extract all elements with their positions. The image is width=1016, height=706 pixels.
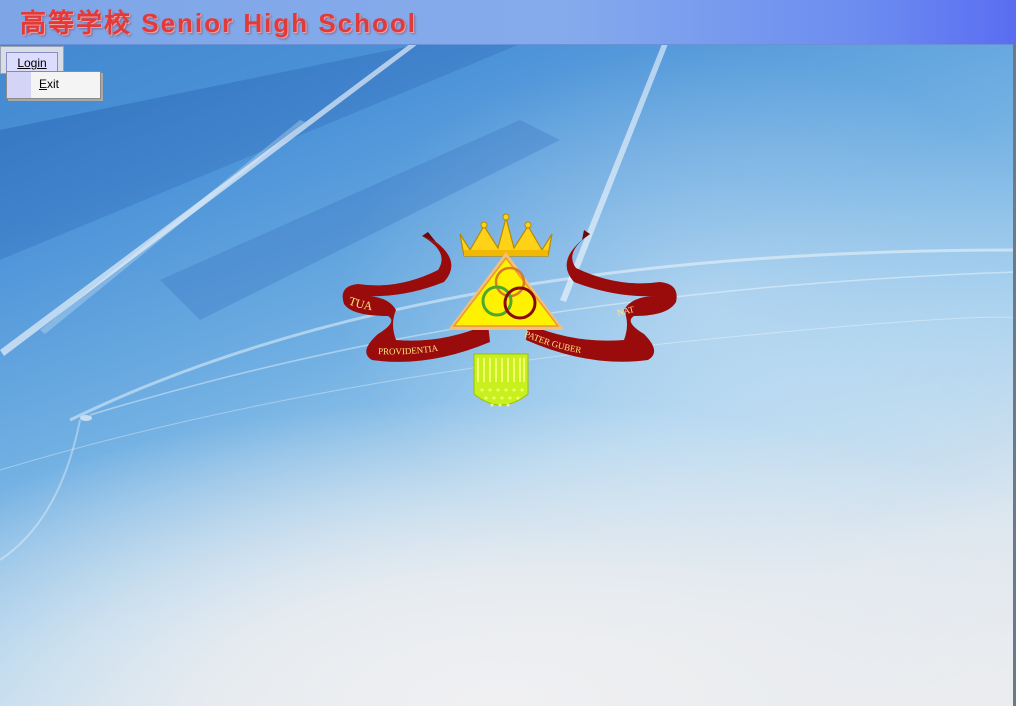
triangle-emblem <box>448 252 564 330</box>
title-bar: 高等学校 Senior High School <box>0 0 1016 45</box>
app-title: 高等学校 Senior High School <box>20 8 418 38</box>
menu-item-exit[interactable]: Exit <box>39 77 59 91</box>
exit-label: xit <box>47 77 60 91</box>
school-crest: TUA PROVIDENTIA PATER GUBER NAT <box>342 213 677 407</box>
crown-icon <box>459 213 553 257</box>
dropdown-icon-gutter <box>7 72 31 98</box>
login-dropdown: Exit <box>6 71 101 99</box>
exit-accelerator: E <box>39 77 48 91</box>
shield-icon <box>473 353 529 407</box>
app-window: 高等学校 Senior High School Login Exit TUA P… <box>0 0 1016 706</box>
